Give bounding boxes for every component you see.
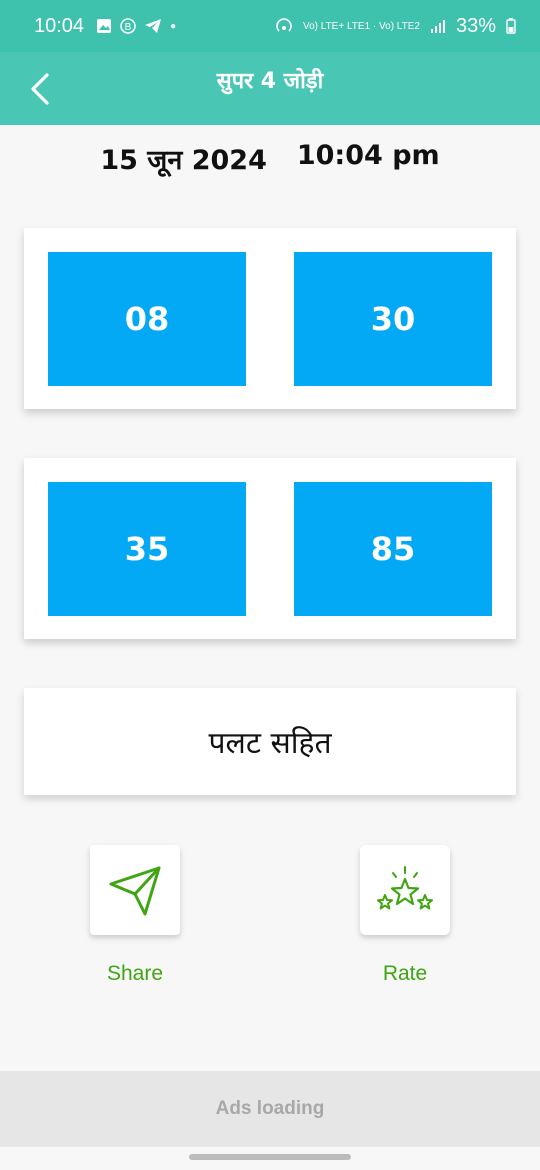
- network-label: Vo) LTE+ LTE1 · Vo) LTE2: [302, 20, 420, 32]
- status-right: Vo) LTE+ LTE1 · Vo) LTE2 33%: [275, 15, 516, 38]
- send-icon: [109, 866, 161, 916]
- signal-icon: [430, 20, 445, 33]
- b-badge-icon: B: [120, 18, 136, 34]
- battery-icon: [506, 18, 516, 34]
- share-label[interactable]: Share: [65, 962, 205, 986]
- page-title: सुपर 4 जोड़ी: [216, 69, 324, 94]
- app-bar: सुपर 4 जोड़ी: [0, 52, 540, 125]
- rate-button[interactable]: [360, 845, 450, 935]
- number-box: 35: [48, 482, 246, 616]
- status-notification-icons: B ●: [96, 18, 176, 34]
- palat-sahit-card: पलट सहित: [24, 688, 516, 795]
- home-indicator[interactable]: [189, 1154, 351, 1160]
- number-card-1: 08 30: [24, 228, 516, 409]
- ads-loading-text: Ads loading: [215, 1098, 325, 1119]
- gallery-icon: [97, 19, 112, 33]
- status-time: 10:04: [34, 14, 85, 37]
- rate-label[interactable]: Rate: [335, 962, 475, 986]
- number-box: 85: [294, 482, 492, 616]
- number-card-2: 35 85: [24, 458, 516, 639]
- battery-level: 33%: [455, 14, 496, 37]
- rating-stars-icon: [377, 866, 433, 910]
- telegram-icon: [145, 19, 162, 33]
- status-bar: 10:04 B ● Vo) LTE+ LTE1 · Vo) LTE2 33%: [0, 0, 540, 52]
- date-text: 15 जून 2024: [100, 145, 267, 176]
- number-box: 30: [294, 252, 492, 386]
- share-button[interactable]: [90, 845, 180, 935]
- date-time-row: 15 जून 2024 10:04 pm: [0, 140, 540, 184]
- svg-text:B: B: [125, 22, 132, 33]
- time-text: 10:04 pm: [296, 140, 440, 171]
- number-box: 08: [48, 252, 246, 386]
- dot-icon: ●: [170, 20, 177, 32]
- palat-sahit-text: पलट सहित: [208, 726, 332, 761]
- ad-banner: Ads loading: [0, 1071, 540, 1147]
- hotspot-icon: [276, 18, 292, 32]
